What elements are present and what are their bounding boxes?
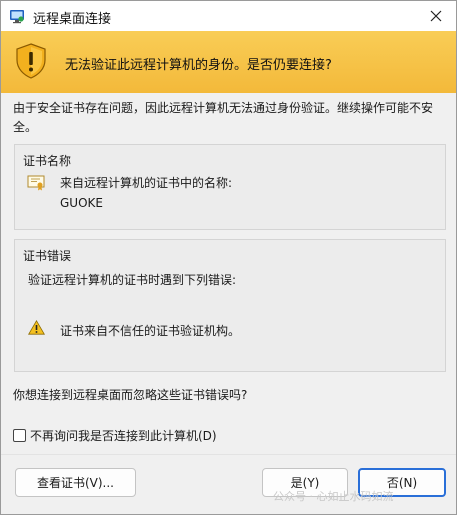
remote-desktop-icon <box>10 10 24 24</box>
cert-name-value: GUOKE <box>60 196 103 210</box>
rdp-certificate-dialog: 远程桌面连接 无法验证此远程计算机的身份。是否仍要连接? 由于安全证书存在问题，… <box>0 0 457 515</box>
cert-name-group-title: 证书名称 <box>23 154 72 168</box>
window-title: 远程桌面连接 <box>33 12 112 27</box>
warning-banner: 无法验证此远程计算机的身份。是否仍要连接? <box>1 31 456 93</box>
close-icon <box>430 10 442 22</box>
watermark-text: 公众号 · 心如止水码如流 <box>273 490 394 503</box>
cert-error-item: 证书来自不信任的证书验证机构。 <box>60 324 241 338</box>
intro-text: 由于安全证书存在问题，因此远程计算机无法通过身份验证。继续操作可能不安全。 <box>13 101 434 134</box>
close-button[interactable] <box>416 1 456 31</box>
title-bar: 远程桌面连接 <box>1 1 456 31</box>
certificate-icon <box>27 175 45 191</box>
view-certificate-button[interactable]: 查看证书(V)... <box>15 468 136 497</box>
cert-name-group: 证书名称 来自远程计算机的证书中的名称: GUOKE <box>14 144 446 230</box>
checkbox-label: 不再询问我是否连接到此计算机(D) <box>30 429 217 443</box>
cert-error-group-title: 证书错误 <box>23 249 72 263</box>
cert-error-description: 验证远程计算机的证书时遇到下列错误: <box>28 273 237 287</box>
shield-warning-icon <box>16 43 46 79</box>
checkbox-box[interactable] <box>13 429 26 442</box>
confirm-question: 你想连接到远程桌面而忽略这些证书错误吗? <box>13 388 248 402</box>
dont-ask-checkbox[interactable]: 不再询问我是否连接到此计算机(D) <box>13 427 217 444</box>
warning-icon <box>28 320 45 335</box>
watermark: 公众号 · 心如止水码如流 <box>273 488 394 504</box>
footer-separator <box>1 454 456 455</box>
cert-error-group: 证书错误 验证远程计算机的证书时遇到下列错误: 证书来自不信任的证书验证机构。 <box>14 239 446 372</box>
cert-name-label: 来自远程计算机的证书中的名称: <box>60 176 233 190</box>
banner-message: 无法验证此远程计算机的身份。是否仍要连接? <box>65 58 332 73</box>
